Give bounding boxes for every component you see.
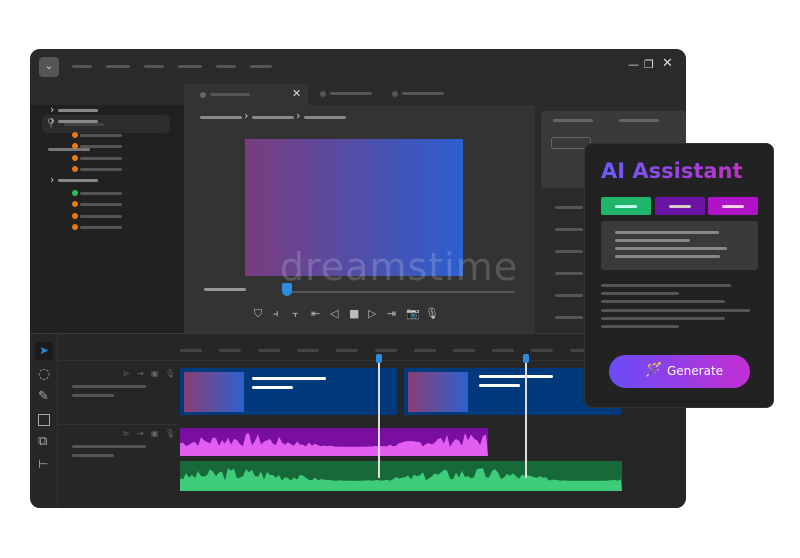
restore-icon[interactable]: ❐ bbox=[644, 59, 654, 71]
menu-item[interactable] bbox=[216, 65, 236, 68]
playhead-line bbox=[378, 354, 380, 478]
tab[interactable] bbox=[386, 84, 456, 105]
clip-thumbnail bbox=[408, 372, 468, 412]
menu-item[interactable] bbox=[72, 65, 92, 68]
magic-wand-icon: 🪄 bbox=[645, 362, 663, 378]
file-status-dot bbox=[72, 190, 78, 196]
app-menu-button[interactable]: ⌄ bbox=[39, 57, 59, 77]
lasso-tool-icon[interactable]: ◌ bbox=[38, 367, 50, 381]
assistant-tab-2[interactable] bbox=[655, 197, 705, 215]
track-control-icon[interactable]: ▣ bbox=[151, 428, 159, 440]
menu-item[interactable] bbox=[144, 65, 164, 68]
file-status-dot bbox=[72, 166, 78, 172]
minimize-icon[interactable]: — bbox=[628, 59, 639, 71]
file-item[interactable] bbox=[80, 145, 122, 148]
file-item[interactable] bbox=[80, 203, 122, 206]
ruler-tick bbox=[414, 349, 436, 352]
playback-control-icon[interactable]: ⫞ bbox=[273, 308, 279, 320]
playback-control-icon[interactable]: 🎙 bbox=[425, 308, 439, 320]
playhead-marker[interactable] bbox=[376, 354, 382, 363]
track-control-icon[interactable]: ⊳ bbox=[123, 368, 130, 380]
track-control-icon[interactable]: 🎙 bbox=[165, 368, 175, 380]
file-status-dot bbox=[72, 143, 78, 149]
track-control-icon[interactable]: 🎙 bbox=[165, 428, 175, 440]
playback-control-icon[interactable]: ⫟ bbox=[292, 308, 299, 320]
file-status-dot bbox=[72, 155, 78, 161]
marker-line bbox=[525, 354, 527, 478]
file-item[interactable] bbox=[80, 157, 122, 160]
ai-assistant-panel: AI Assistant 🪄 Generate bbox=[584, 143, 774, 408]
ruler-tick bbox=[297, 349, 319, 352]
file-item[interactable] bbox=[80, 168, 122, 171]
search-input[interactable]: ⚲ bbox=[42, 115, 170, 133]
rectangle-tool-icon[interactable] bbox=[38, 414, 50, 426]
playback-control-icon[interactable]: ⇥ bbox=[387, 308, 396, 320]
file-status-dot bbox=[72, 224, 78, 230]
assistant-title: AI Assistant bbox=[601, 159, 743, 183]
select-tool-icon[interactable]: ➤ bbox=[35, 342, 53, 360]
prompt-input[interactable] bbox=[601, 221, 758, 270]
playback-control-icon[interactable]: ◁ bbox=[330, 308, 338, 320]
file-item[interactable] bbox=[80, 226, 122, 229]
track-control-icon[interactable]: ⊳ bbox=[123, 428, 130, 440]
file-item[interactable] bbox=[80, 134, 122, 137]
watermark: dreamstime bbox=[279, 245, 519, 289]
project-panel: ⚲ › › › bbox=[30, 104, 184, 333]
file-status-dot bbox=[72, 201, 78, 207]
menu-item[interactable] bbox=[106, 65, 130, 68]
assistant-tab-3[interactable] bbox=[708, 197, 758, 215]
playback-control-icon[interactable]: ▷ bbox=[368, 308, 376, 320]
track-control-icon[interactable]: ▣ bbox=[151, 368, 159, 380]
video-clip[interactable] bbox=[180, 368, 397, 415]
ruler-tick bbox=[180, 349, 202, 352]
menu-item[interactable] bbox=[178, 65, 202, 68]
folder-item[interactable] bbox=[58, 109, 98, 112]
ruler-tick bbox=[492, 349, 514, 352]
file-item[interactable] bbox=[80, 215, 122, 218]
file-item[interactable] bbox=[80, 192, 122, 195]
tab[interactable] bbox=[314, 84, 384, 105]
viewer-panel: › › ⛉ ⫞ ⫟ ⇤ ◁ ■ ▷ ⇥ 📷 🎙 dreamstime bbox=[184, 105, 535, 333]
clip-thumbnail bbox=[184, 372, 244, 412]
playback-control-icon[interactable]: ■ bbox=[349, 308, 359, 320]
audio-clip-music[interactable] bbox=[180, 428, 488, 456]
playback-control-icon[interactable]: 📷 bbox=[406, 308, 420, 320]
scrub-bar[interactable] bbox=[285, 291, 515, 293]
align-tool-icon[interactable]: ⊢ bbox=[38, 458, 48, 470]
ruler-tick bbox=[336, 349, 358, 352]
expand-chevron-icon[interactable]: › bbox=[50, 174, 54, 186]
pen-tool-icon[interactable]: ✎ bbox=[38, 390, 49, 403]
menu-item[interactable] bbox=[250, 65, 272, 68]
file-status-dot bbox=[72, 132, 78, 138]
ruler-tick bbox=[453, 349, 475, 352]
tab-close-icon[interactable]: ✕ bbox=[292, 88, 301, 100]
ruler-tick bbox=[219, 349, 241, 352]
tool-bar: ➤ ◌ ✎ ⧉ ⊢ bbox=[30, 334, 58, 508]
tab-active[interactable]: ✕ bbox=[184, 84, 308, 105]
marker[interactable] bbox=[523, 354, 529, 363]
close-icon[interactable]: ✕ bbox=[662, 57, 673, 70]
generate-label: Generate bbox=[667, 364, 724, 378]
audio-clip-voice[interactable] bbox=[180, 461, 622, 491]
track-control-icon[interactable]: ⇥ bbox=[137, 428, 144, 440]
assistant-tab-1[interactable] bbox=[601, 197, 651, 215]
file-status-dot bbox=[72, 213, 78, 219]
duplicate-tool-icon[interactable]: ⧉ bbox=[38, 435, 47, 448]
generate-button[interactable]: 🪄 Generate bbox=[609, 355, 750, 388]
expand-chevron-icon[interactable]: › bbox=[50, 115, 54, 127]
ruler-tick bbox=[531, 349, 553, 352]
track-control-icon[interactable]: ⇥ bbox=[137, 368, 144, 380]
folder-item[interactable] bbox=[58, 179, 98, 182]
playback-control-icon[interactable]: ⛉ bbox=[254, 308, 262, 320]
playback-controls: ⛉ ⫞ ⫟ ⇤ ◁ ■ ▷ ⇥ 📷 🎙 bbox=[254, 308, 454, 322]
playback-control-icon[interactable]: ⇤ bbox=[311, 308, 320, 320]
folder-item[interactable] bbox=[58, 120, 98, 123]
ruler-tick bbox=[375, 349, 397, 352]
ruler-tick bbox=[258, 349, 280, 352]
